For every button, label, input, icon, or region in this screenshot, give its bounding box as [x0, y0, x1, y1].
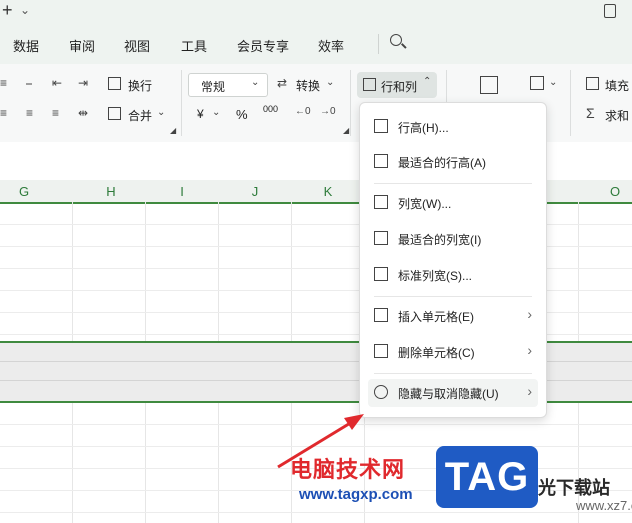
watermark-url: www.tagxp.com	[299, 486, 413, 503]
watermark-logo: TAG	[436, 446, 538, 508]
watermark-site-url: www.xz7.com	[576, 498, 632, 513]
annotation-arrow	[277, 414, 364, 469]
watermark-site-name: 光下载站	[538, 478, 610, 498]
watermark-text: 电脑技术网	[290, 457, 406, 482]
annotation-arrow-head	[344, 414, 364, 430]
